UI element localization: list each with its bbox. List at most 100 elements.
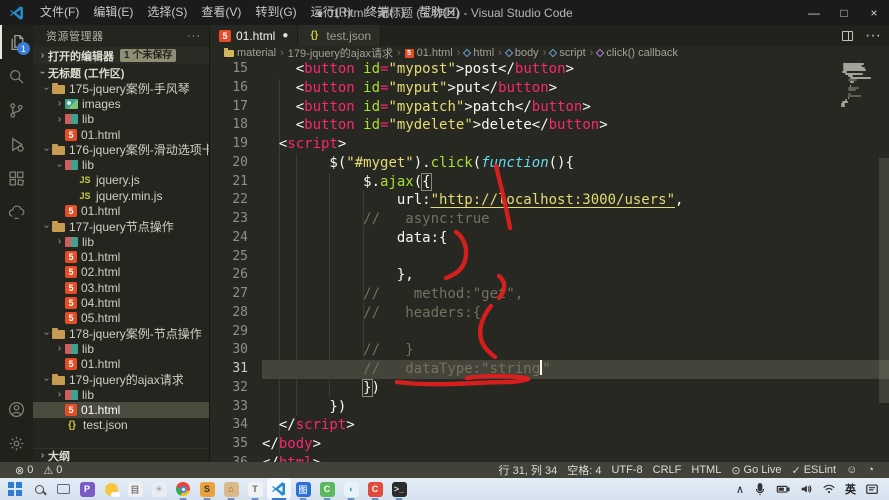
tree-item[interactable]: ›lib (33, 341, 209, 356)
taskbar-notebook-app[interactable]: 目 (123, 478, 147, 500)
taskbar-weather[interactable] (99, 478, 123, 500)
taskbar-snipaste[interactable]: S (195, 478, 219, 500)
breadcrumb-item[interactable]: html (464, 47, 494, 59)
breadcrumb-separator: › (280, 47, 284, 59)
taskbar-chrome[interactable] (171, 478, 195, 500)
open-editors-section[interactable]: › 打开的编辑器 1 个未保存 (33, 47, 209, 64)
microphone-icon[interactable] (753, 482, 767, 496)
modified-dot-icon[interactable]: ● (282, 30, 288, 41)
tree-item[interactable]: ›lib (33, 112, 209, 127)
status-indentation[interactable]: 空格: 4 (562, 462, 606, 478)
menu-item[interactable]: 运行(R) (304, 0, 359, 25)
tree-item[interactable]: ›lib (33, 157, 209, 172)
breadcrumb-item[interactable]: material (224, 47, 276, 59)
activity-remote-icon[interactable] (0, 195, 33, 229)
status-notifications[interactable]: ◔ (862, 464, 879, 476)
tree-item[interactable]: 503.html (33, 280, 209, 295)
taskbar-app-c-red[interactable]: C (363, 478, 387, 500)
tree-item[interactable]: 504.html (33, 295, 209, 310)
breadcrumb-label: 179-jquery的ajax请求 (288, 45, 393, 61)
explorer-more-actions-icon[interactable]: ··· (187, 30, 201, 42)
tree-item[interactable]: ›179-jquery的ajax请求 (33, 372, 209, 387)
tree-item[interactable]: ›178-jquery案例-节点操作 (33, 326, 209, 341)
status-eol[interactable]: CRLF (648, 464, 687, 476)
activity-search-icon[interactable] (0, 59, 33, 93)
activity-files-icon[interactable]: 1 (0, 25, 33, 59)
tab-test.json[interactable]: {}test.json (298, 25, 381, 46)
taskbar-snowflake-app[interactable]: ✳ (147, 478, 171, 500)
breadcrumb-item[interactable]: 179-jquery的ajax请求 (288, 45, 393, 61)
taskbar-task-view[interactable] (51, 478, 75, 500)
tree-item[interactable]: 505.html (33, 310, 209, 325)
taskbar-vscode[interactable] (267, 478, 291, 500)
tree-item[interactable]: ›lib (33, 234, 209, 249)
taskbar-app-blue[interactable]: 图 (291, 478, 315, 500)
activity-account-icon[interactable] (0, 392, 33, 426)
activity-run-debug-icon[interactable] (0, 127, 33, 161)
menu-item[interactable]: 转到(G) (248, 0, 303, 25)
taskbar-home-app[interactable]: ⌂ (219, 478, 243, 500)
taskbar-start-button[interactable] (3, 478, 27, 500)
wifi-icon[interactable] (822, 482, 836, 496)
tree-item[interactable]: JSjquery.min.js (33, 188, 209, 203)
minimize-button[interactable]: — (799, 0, 829, 25)
tree-item[interactable]: 501.html (33, 203, 209, 218)
tree-item[interactable]: 501.html (33, 127, 209, 142)
tree-item[interactable]: ›lib (33, 387, 209, 402)
menu-item[interactable]: 终端(T) (358, 0, 411, 25)
tray-expand[interactable]: ∧ (736, 483, 744, 496)
taskbar-app-c-green[interactable]: C (315, 478, 339, 500)
status-feedback[interactable]: ☺ (841, 464, 862, 476)
status-go-live[interactable]: ⊙Go Live (726, 464, 786, 477)
maximize-button[interactable]: □ (829, 0, 859, 25)
tree-item[interactable]: ›176-jquery案例-滑动选项卡 (33, 142, 209, 157)
tree-item[interactable]: 501.html (33, 249, 209, 264)
tree-item[interactable]: ›175-jquery案例-手风琴 (33, 81, 209, 96)
breadcrumb-item[interactable]: script (550, 47, 585, 59)
tree-item[interactable]: 502.html (33, 265, 209, 280)
menu-item[interactable]: 帮助(H) (412, 0, 467, 25)
line-numbers-gutter: 1516171819202122232425262728293031323334… (210, 60, 262, 462)
taskbar-search-button[interactable] (27, 478, 51, 500)
status-cursor-position[interactable]: 行 31, 列 34 (494, 462, 563, 478)
breadcrumb-label: html (473, 47, 494, 59)
activity-settings-icon[interactable] (0, 426, 33, 460)
status-error-icon[interactable]: ⊗0 (10, 464, 38, 477)
editor-more-actions-icon[interactable]: ··· (865, 27, 881, 45)
input-language[interactable]: 英 (845, 481, 856, 497)
taskbar-app-t[interactable]: T (243, 478, 267, 500)
tree-item[interactable]: 501.html (33, 356, 209, 371)
breadcrumb-item[interactable]: body (506, 47, 539, 59)
activity-extensions-icon[interactable] (0, 161, 33, 195)
activity-source-control-icon[interactable] (0, 93, 33, 127)
outline-section[interactable]: › 大纲 (33, 448, 209, 462)
menu-item[interactable]: 文件(F) (33, 0, 86, 25)
tree-item[interactable]: JSjquery.js (33, 173, 209, 188)
menu-item[interactable]: 选择(S) (140, 0, 194, 25)
status-warning-icon[interactable]: ⚠0 (38, 464, 67, 477)
tree-item[interactable]: {}test.json (33, 418, 209, 433)
code-editor[interactable]: 1516171819202122232425262728293031323334… (210, 60, 889, 462)
close-button[interactable]: × (859, 0, 889, 25)
editor-scrollbar[interactable] (879, 158, 889, 403)
line-number: 23 (210, 210, 262, 229)
taskbar-terminal-app[interactable]: >_ (387, 478, 411, 500)
menu-item[interactable]: 查看(V) (194, 0, 248, 25)
taskbar-app-p[interactable]: P (75, 478, 99, 500)
menu-item[interactable]: 编辑(E) (86, 0, 140, 25)
taskbar-app-swoosh[interactable]: ◗ (339, 478, 363, 500)
tree-item[interactable]: 501.html (33, 402, 209, 417)
status-encoding[interactable]: UTF-8 (606, 464, 647, 476)
split-editor-icon[interactable] (842, 31, 853, 41)
battery-icon[interactable] (776, 482, 790, 496)
breadcrumb-item[interactable]: click() callback (597, 47, 678, 59)
status-language-mode[interactable]: HTML (686, 464, 726, 476)
workspace-section[interactable]: › 无标题 (工作区) (33, 64, 209, 81)
tree-item[interactable]: ›images (33, 96, 209, 111)
breadcrumb-item[interactable]: 501.html (405, 47, 453, 59)
tree-item[interactable]: ›177-jquery节点操作 (33, 219, 209, 234)
status-eslint[interactable]: ✓ESLint (786, 464, 841, 477)
notification-center[interactable] (865, 482, 879, 496)
volume-icon[interactable] (799, 482, 813, 496)
tab-01.html[interactable]: 501.html● (210, 25, 298, 46)
